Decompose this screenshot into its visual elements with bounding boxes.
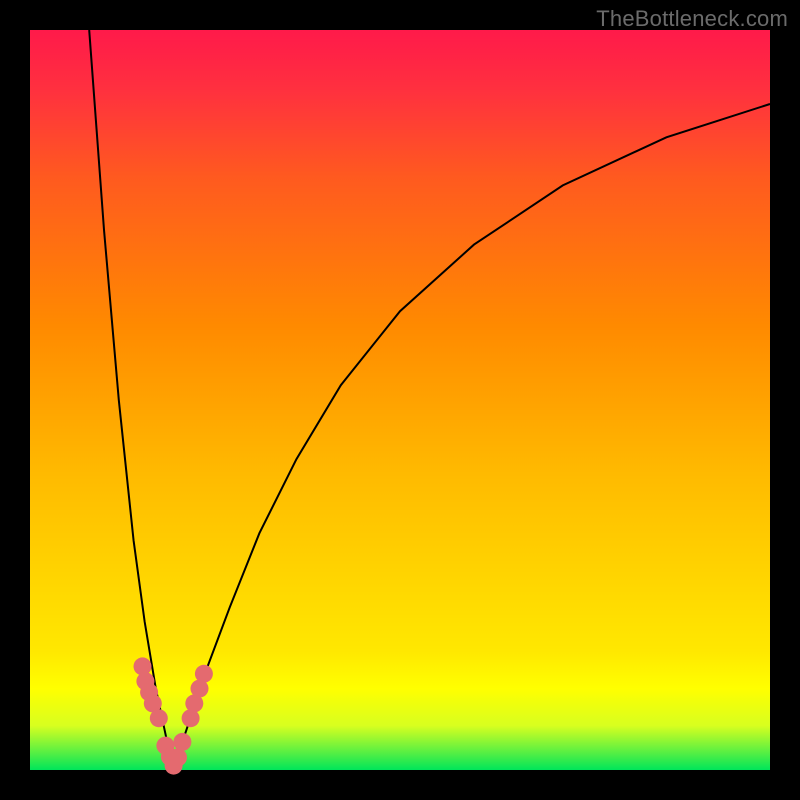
series-left-branch (89, 30, 173, 767)
series-right-branch (174, 104, 770, 767)
chart-frame: TheBottleneck.com (0, 0, 800, 800)
chart-svg (30, 30, 770, 770)
threshold-markers (134, 657, 213, 774)
threshold-marker (150, 709, 168, 727)
threshold-marker (195, 665, 213, 683)
threshold-marker (169, 748, 187, 766)
plot-area (30, 30, 770, 770)
threshold-marker (173, 733, 191, 751)
watermark-text: TheBottleneck.com (596, 6, 788, 32)
